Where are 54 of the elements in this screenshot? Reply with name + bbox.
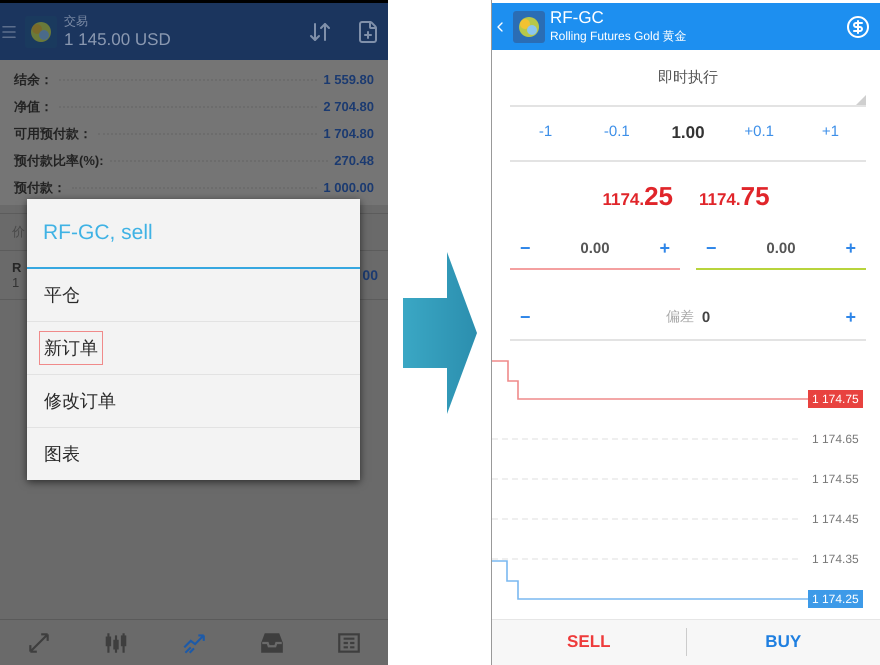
account-label: 预付款比率(%): [14, 152, 104, 170]
account-value: 270.48 [334, 153, 374, 168]
new-document-icon[interactable] [356, 20, 380, 44]
symbol-description: Rolling Futures Gold 黄金 [550, 28, 688, 46]
price-tag: 1 174.25 [808, 590, 863, 608]
price-axis-label: 1 174.65 [811, 430, 860, 448]
buy-button[interactable]: BUY [686, 631, 880, 654]
app-logo-icon [512, 10, 546, 44]
screen-title: 交易 [64, 13, 89, 30]
menu-item[interactable]: 新订单 [39, 331, 103, 365]
position-value: 00 [362, 267, 378, 283]
increase-button[interactable]: + [841, 306, 860, 328]
account-value: 1 000.00 [323, 180, 374, 195]
price-axis-label: 1 174.35 [811, 550, 860, 568]
stop-level-value: 0.00 [766, 240, 796, 257]
deviation-label: 偏差 [666, 308, 694, 326]
account-label: 可用预付款： [14, 124, 92, 142]
price-axis-label: 1 174.45 [811, 510, 860, 528]
price-axis-label: 1 174.55 [811, 470, 860, 488]
deviation-field[interactable]: − 偏差 0 + [510, 296, 866, 341]
increase-button[interactable]: + [655, 238, 674, 259]
account-value: 2 704.80 [323, 99, 374, 114]
volume-step-button[interactable]: +1 [820, 121, 841, 142]
price-quote: 1174.25 [602, 181, 673, 212]
volume-value: 1.00 [670, 122, 706, 144]
account-label: 净值： [14, 98, 53, 116]
volume-step-button[interactable]: -1 [536, 121, 554, 142]
stop-level-field[interactable]: − 0.00 + [510, 228, 680, 270]
deviation-value: 0 [702, 308, 710, 326]
price-tag: 1 174.75 [808, 390, 863, 408]
stop-level-field[interactable]: − 0.00 + [696, 228, 866, 270]
price-quote: 1174.75 [699, 181, 770, 212]
account-value: 1 704.80 [323, 126, 374, 141]
decrease-button[interactable]: − [702, 238, 721, 259]
menu-title: RF-GC, sell [27, 199, 360, 269]
menu-item[interactable]: 图表 [39, 437, 85, 471]
currency-exchange-icon[interactable] [846, 14, 870, 39]
decrease-button[interactable]: − [516, 238, 535, 259]
menu-item[interactable]: 修改订单 [39, 384, 121, 418]
account-label: 预付款： [14, 178, 66, 196]
menu-item[interactable]: 平仓 [39, 278, 85, 312]
order-type-dropdown[interactable]: 即时执行 [510, 68, 866, 107]
position-symbol: R [12, 260, 22, 275]
volume-step-button[interactable]: -0.1 [602, 121, 632, 142]
stop-level-value: 0.00 [580, 240, 610, 257]
decrease-button[interactable]: − [516, 306, 535, 328]
account-value: 1 559.80 [323, 72, 374, 87]
volume-step-button[interactable]: +0.1 [742, 121, 776, 142]
dropdown-corner-icon [856, 95, 866, 105]
account-label: 结余： [14, 70, 53, 88]
increase-button[interactable]: + [841, 238, 860, 259]
symbol-title: RF-GC [550, 8, 605, 28]
sell-button[interactable]: SELL [492, 631, 686, 654]
account-balance: 1 145.00 USD [64, 30, 172, 50]
